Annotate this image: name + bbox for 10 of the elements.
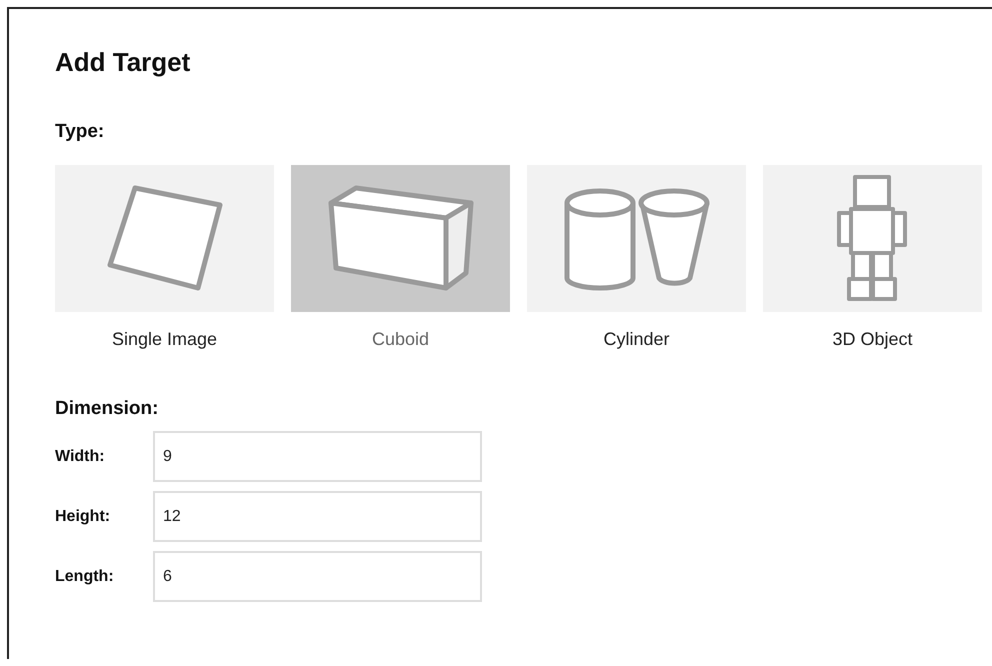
field-label: Length: <box>55 566 115 586</box>
dimension-input[interactable]: 12 <box>153 491 482 542</box>
box-icon <box>326 183 476 293</box>
field-label: Width: <box>55 446 106 466</box>
field-label: Height: <box>55 506 112 526</box>
dimension-input[interactable]: 6 <box>153 551 482 602</box>
section-heading: Type: <box>55 120 106 144</box>
section-heading: Dimension: <box>55 396 160 420</box>
dialog-title: Add Target <box>55 46 192 79</box>
dimension-input[interactable]: 9 <box>153 431 482 482</box>
